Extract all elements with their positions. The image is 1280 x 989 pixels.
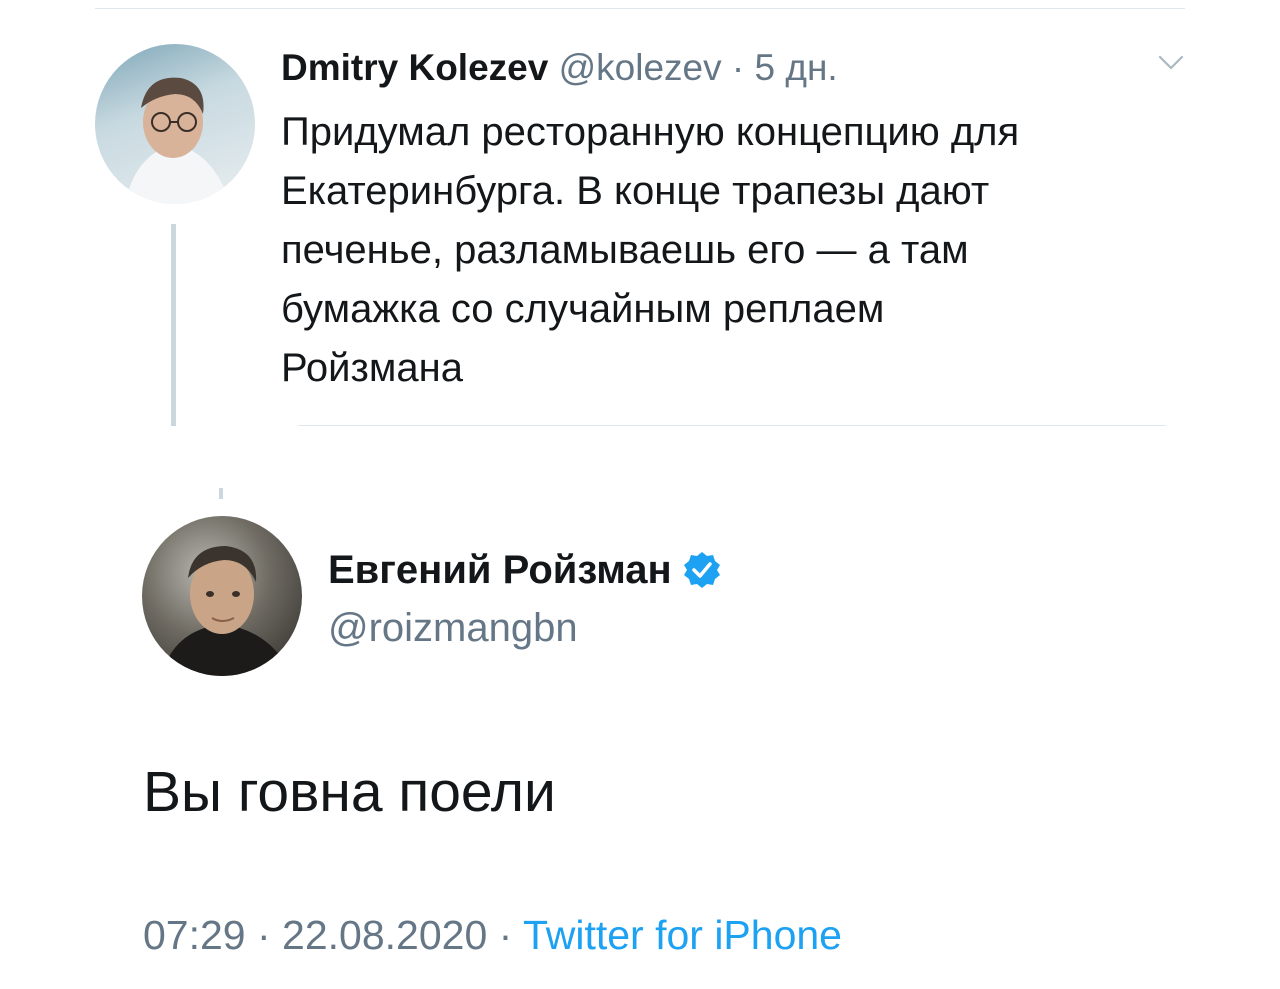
header-separator: · xyxy=(721,47,755,88)
meta-separator: · xyxy=(487,912,523,958)
parent-display-name[interactable]: Dmitry Kolezev xyxy=(281,47,548,88)
parent-tweet-text: Придумал ресторанную концепцию для Екате… xyxy=(281,103,1181,398)
tweet-time: 07:29 xyxy=(143,912,246,958)
top-divider xyxy=(95,8,1185,9)
person-photo-icon xyxy=(125,77,230,204)
tweet-text-line: Придумал ресторанную концепцию для xyxy=(281,110,1020,154)
reply-handle[interactable]: @roizmangbn xyxy=(328,604,578,652)
reply-display-name-row: Евгений Ройзман xyxy=(328,546,722,594)
avatar-roizman[interactable] xyxy=(142,516,302,676)
meta-separator: · xyxy=(245,912,283,958)
avatar-kolezev[interactable] xyxy=(95,44,255,204)
tweet-text-line: бумажка со случайным реплаем xyxy=(281,287,885,331)
person-photo-icon xyxy=(162,546,292,676)
tweet-source-link[interactable]: Twitter for iPhone xyxy=(523,912,842,958)
tweet-separator xyxy=(298,425,1166,426)
parent-tweet-header: Dmitry Kolezev @kolezev · 5 дн. xyxy=(281,46,838,90)
reply-tweet-text: Вы говна поели xyxy=(143,760,556,824)
reply-display-name[interactable]: Евгений Ройзман xyxy=(328,546,672,594)
parent-time-ago[interactable]: 5 дн. xyxy=(755,47,838,88)
tweet-text-line: Ройзмана xyxy=(281,346,463,390)
parent-handle[interactable]: @kolezev xyxy=(559,47,722,88)
tweet-text-line: Екатеринбурга. В конце трапезы дают xyxy=(281,169,990,213)
tweet-meta: 07:29 · 22.08.2020 · Twitter for iPhone xyxy=(143,909,842,961)
chevron-down-icon[interactable] xyxy=(1158,54,1184,72)
verified-badge-icon xyxy=(683,552,720,588)
tweet-text-line: печенье, разламываешь его — а там xyxy=(281,228,969,272)
thread-connector-line xyxy=(171,224,176,426)
thread-connector-dot xyxy=(219,488,223,499)
tweet-date: 22.08.2020 xyxy=(282,912,488,958)
